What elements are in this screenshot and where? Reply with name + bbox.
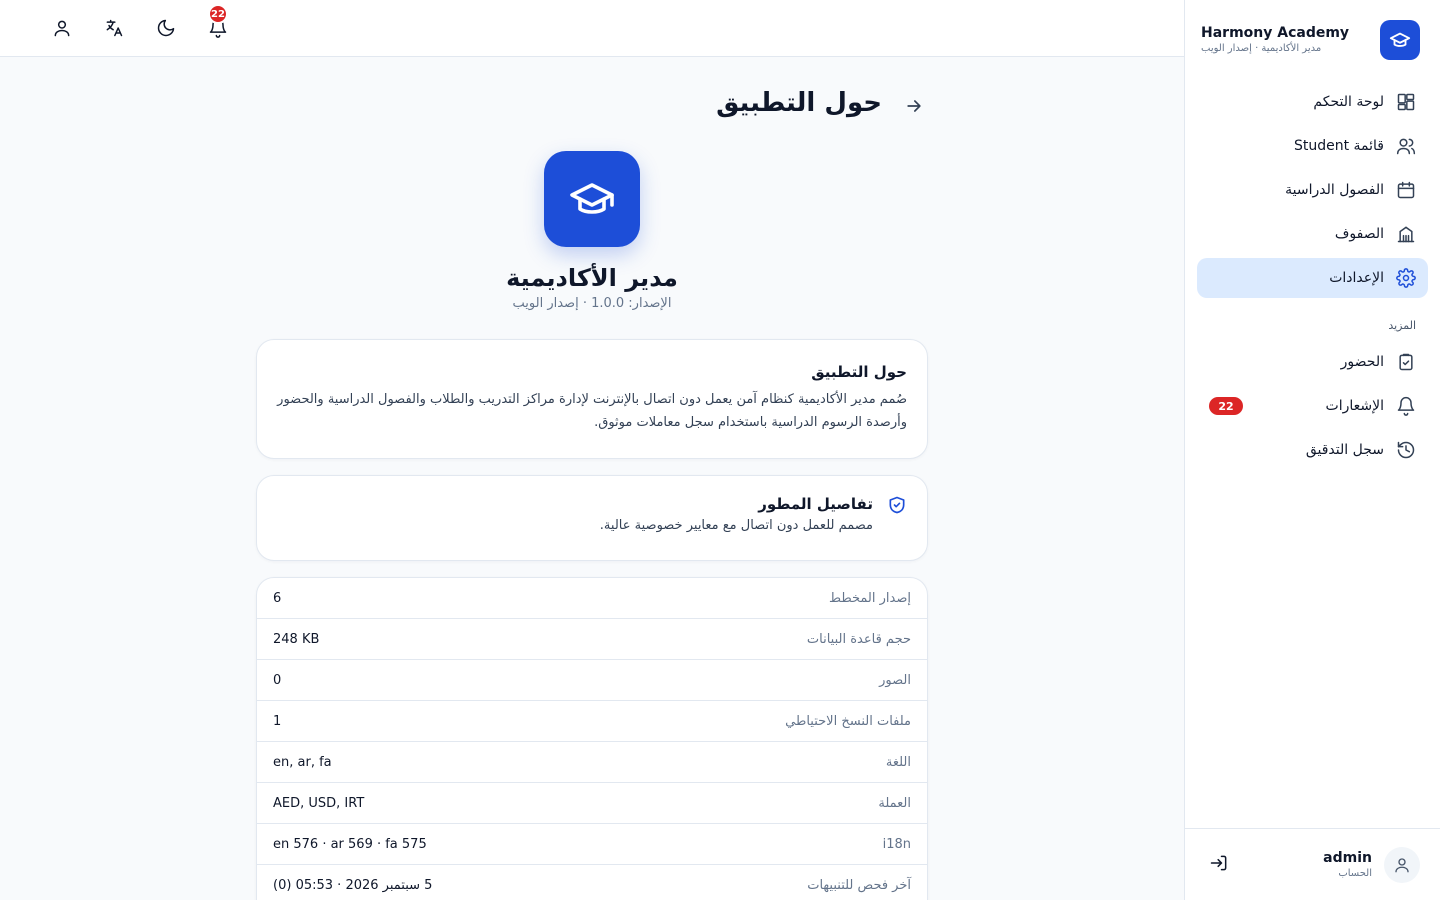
sidebar-item-attendance[interactable]: الحضور bbox=[1197, 342, 1428, 382]
shield-check-icon bbox=[885, 495, 907, 517]
logout-icon[interactable] bbox=[1205, 853, 1229, 877]
sidebar-item-audit-log[interactable]: سجل التدقيق bbox=[1197, 430, 1428, 470]
row-label: i18n bbox=[882, 836, 911, 852]
sidebar-item-label: لوحة التحكم bbox=[1313, 94, 1384, 110]
sidebar-item-settings[interactable]: الإعدادات bbox=[1197, 258, 1428, 298]
row-value: 6 bbox=[273, 590, 282, 606]
page-header: حول التطبيق bbox=[256, 83, 928, 123]
account-role: الحساب bbox=[1338, 867, 1372, 879]
moon-icon bbox=[156, 18, 176, 38]
table-row: اللغة en, ar, fa bbox=[257, 742, 927, 783]
row-label: الصور bbox=[879, 672, 911, 688]
main-content: حول التطبيق مدير الأكاديمية الإصدار: 1.0… bbox=[0, 57, 1184, 900]
developer-card: تفاصيل المطور مصمم للعمل دون اتصال مع مع… bbox=[256, 475, 928, 561]
row-label: إصدار المخطط bbox=[829, 590, 911, 606]
building-icon bbox=[1396, 224, 1416, 244]
graduation-cap-icon bbox=[544, 151, 640, 247]
app-name: مدير الأكاديمية bbox=[506, 264, 678, 292]
row-label: حجم قاعدة البيانات bbox=[806, 631, 911, 647]
app-version: الإصدار: 1.0.0 · إصدار الويب bbox=[512, 296, 672, 311]
sidebar: Harmony Academy مدير الأكاديمية · إصدار … bbox=[1184, 0, 1440, 900]
brand-name: Harmony Academy bbox=[1201, 25, 1350, 41]
sidebar-item-dashboard[interactable]: لوحة التحكم bbox=[1197, 82, 1428, 122]
about-card: حول التطبيق صُمم مدير الأكاديمية كنظام آ… bbox=[256, 339, 928, 459]
gear-icon bbox=[1396, 268, 1416, 288]
sidebar-item-label: الإعدادات bbox=[1329, 270, 1384, 286]
sidebar-nav: لوحة التحكم قائمة Student الفصول الدراسي… bbox=[1197, 82, 1428, 474]
avatar[interactable] bbox=[1384, 846, 1420, 883]
sidebar-item-label: الصفوف bbox=[1334, 226, 1384, 242]
table-row: العملة AED, USD, IRT bbox=[257, 783, 927, 824]
user-icon bbox=[52, 18, 72, 38]
calendar-icon bbox=[1396, 180, 1416, 200]
row-value: AED, USD, IRT bbox=[273, 795, 365, 811]
graduation-cap-icon bbox=[1380, 20, 1420, 60]
sidebar-item-label: الإشعارات bbox=[1325, 398, 1384, 414]
table-row: آخر فحص للتنبيهات 5 سبتمبر 2026 · 05:53 … bbox=[257, 865, 927, 900]
table-row: الصور 0 bbox=[257, 660, 927, 701]
translate-icon bbox=[104, 18, 124, 38]
dashboard-icon bbox=[1396, 92, 1416, 112]
row-label: اللغة bbox=[885, 754, 911, 770]
sidebar-item-grades[interactable]: الصفوف bbox=[1197, 214, 1428, 254]
notification-count-badge: 22 bbox=[1209, 397, 1243, 415]
table-row: حجم قاعدة البيانات 248 KB bbox=[257, 619, 927, 660]
notification-count-badge: 22 bbox=[208, 4, 228, 24]
row-value: 248 KB bbox=[273, 631, 320, 647]
users-icon bbox=[1396, 136, 1416, 156]
row-value: 1 bbox=[273, 713, 282, 729]
row-label: آخر فحص للتنبيهات bbox=[807, 877, 911, 893]
row-value: 5 سبتمبر 2026 · 05:53 (0) bbox=[273, 877, 433, 893]
language-button[interactable] bbox=[100, 14, 128, 42]
sidebar-item-classes[interactable]: الفصول الدراسية bbox=[1197, 170, 1428, 210]
row-label: ملفات النسخ الاحتياطي bbox=[785, 713, 911, 729]
table-row: ملفات النسخ الاحتياطي 1 bbox=[257, 701, 927, 742]
row-value: 0 bbox=[273, 672, 282, 688]
history-icon bbox=[1396, 440, 1416, 460]
app-details-table: إصدار المخطط 6 حجم قاعدة البيانات 248 KB… bbox=[256, 577, 928, 900]
sidebar-item-notifications[interactable]: الإشعارات 22 bbox=[1197, 386, 1428, 426]
table-row: إصدار المخطط 6 bbox=[257, 578, 927, 619]
developer-card-subtitle: مصمم للعمل دون اتصال مع معايير خصوصية عا… bbox=[599, 518, 873, 533]
sidebar-item-label: الفصول الدراسية bbox=[1285, 182, 1384, 198]
about-card-body: صُمم مدير الأكاديمية كنظام آمن يعمل دون … bbox=[277, 392, 907, 430]
brand[interactable]: Harmony Academy مدير الأكاديمية · إصدار … bbox=[1201, 20, 1420, 60]
notifications-button[interactable]: 22 bbox=[204, 4, 232, 42]
row-label: العملة bbox=[878, 795, 911, 811]
sidebar-item-label: قائمة Student bbox=[1293, 138, 1384, 154]
profile-button[interactable] bbox=[48, 14, 76, 42]
clipboard-check-icon bbox=[1396, 352, 1416, 372]
sidebar-item-label: سجل التدقيق bbox=[1305, 442, 1384, 458]
theme-toggle-button[interactable] bbox=[152, 14, 180, 42]
about-card-title: حول التطبيق bbox=[811, 363, 907, 381]
sidebar-section-label: المزيد bbox=[1388, 318, 1416, 332]
sidebar-item-label: الحضور bbox=[1340, 354, 1384, 370]
back-arrow-icon[interactable] bbox=[900, 96, 924, 120]
app-hero: مدير الأكاديمية الإصدار: 1.0.0 · إصدار ا… bbox=[256, 151, 928, 313]
account-panel: admin الحساب bbox=[1185, 828, 1440, 900]
row-value: en, ar, fa bbox=[273, 754, 332, 770]
table-row: i18n en 576 · ar 569 · fa 575 bbox=[257, 824, 927, 865]
sidebar-item-students[interactable]: قائمة Student bbox=[1197, 126, 1428, 166]
account-name: admin bbox=[1323, 849, 1372, 866]
row-value: en 576 · ar 569 · fa 575 bbox=[273, 836, 427, 852]
developer-card-title: تفاصيل المطور bbox=[758, 495, 873, 513]
brand-subtitle: مدير الأكاديمية · إصدار الويب bbox=[1201, 43, 1322, 54]
page-title: حول التطبيق bbox=[716, 88, 882, 118]
bell-icon bbox=[1396, 396, 1416, 416]
top-bar: 22 bbox=[0, 0, 1184, 57]
